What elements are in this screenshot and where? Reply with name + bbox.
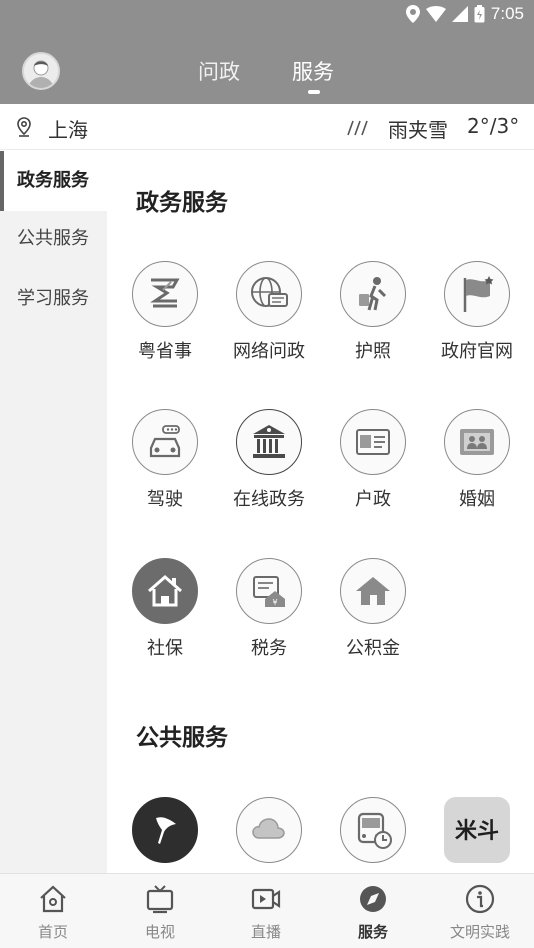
bottom-nav: 首页 电视 直播 服务 文明实践 xyxy=(0,873,534,948)
yue-sheng-shi-icon xyxy=(132,261,198,327)
location-pin-icon xyxy=(17,117,31,137)
category-sidebar: 政务服务 公共服务 学习服务 xyxy=(0,151,107,873)
service-public-2[interactable] xyxy=(217,797,321,873)
status-time: 7:05 xyxy=(490,4,524,23)
sidebar-active-indicator xyxy=(0,151,4,211)
signal-icon xyxy=(451,6,468,22)
nav-service[interactable]: 服务 xyxy=(320,874,426,948)
active-tab-indicator xyxy=(308,90,320,94)
location-weather-bar: 上海 雨夹雪 2°/3° xyxy=(0,104,534,150)
weather-temperature: 2°/3° xyxy=(467,114,520,138)
service-hunyin[interactable]: 婚姻 xyxy=(425,409,529,519)
home-outline-icon xyxy=(40,885,66,913)
flag-icon xyxy=(444,261,510,327)
tax-icon: ¥ xyxy=(236,558,302,624)
service-gongjijin[interactable]: 公积金 xyxy=(321,558,425,668)
sidebar-item-xuexi[interactable]: 学习服务 xyxy=(0,269,107,329)
service-huzhao[interactable]: 护照 xyxy=(321,261,425,371)
bus-clock-icon xyxy=(340,797,406,863)
nav-label: 服务 xyxy=(357,923,388,941)
service-shuiwu[interactable]: ¥ 税务 xyxy=(217,558,321,668)
app-header: 7:05 问政 服务 xyxy=(0,0,534,104)
service-content: 政务服务 粤省事 网络问政 护照 政府官网 驾驶 在线政务 户政 婚姻 社保 ¥… xyxy=(107,151,534,873)
service-label: 在线政务 xyxy=(233,489,305,510)
service-public-3[interactable] xyxy=(321,797,425,873)
sidebar-item-label: 公共服务 xyxy=(17,228,89,249)
service-public-4[interactable]: 米斗 xyxy=(425,797,529,873)
service-label: 驾驶 xyxy=(147,489,183,510)
service-zhengfuguanwang[interactable]: 政府官网 xyxy=(425,261,529,371)
weather-condition: 雨夹雪 xyxy=(388,118,448,142)
sleet-icon xyxy=(347,120,368,136)
nav-wenming[interactable]: 文明实践 xyxy=(427,874,533,948)
service-label: 网络问政 xyxy=(233,341,305,362)
tab-wenzheng[interactable]: 问政 xyxy=(198,56,240,86)
sidebar-item-gonggong[interactable]: 公共服务 xyxy=(0,209,107,269)
couple-icon xyxy=(444,409,510,475)
location-city[interactable]: 上海 xyxy=(48,114,88,143)
live-video-icon xyxy=(251,888,281,910)
service-label: 粤省事 xyxy=(138,341,192,362)
service-public-1[interactable] xyxy=(113,797,217,873)
nav-label: 首页 xyxy=(37,923,68,941)
sidebar-item-label: 学习服务 xyxy=(17,288,89,309)
status-icons: 7:05 xyxy=(405,4,524,24)
section-title-gonggong: 公共服务 xyxy=(136,725,228,751)
service-zaixianzhengwu[interactable]: 在线政务 xyxy=(217,409,321,519)
house-fund-icon xyxy=(340,558,406,624)
service-wangluowenzheng[interactable]: 网络问政 xyxy=(217,261,321,371)
info-icon xyxy=(465,884,495,914)
service-label: 婚姻 xyxy=(459,489,495,510)
nav-label: 电视 xyxy=(144,923,175,941)
sidebar-item-label: 政务服务 xyxy=(17,170,89,191)
cloud-icon xyxy=(236,797,302,863)
nav-live[interactable]: 直播 xyxy=(213,874,319,948)
compass-icon xyxy=(360,886,386,912)
nav-label: 文明实践 xyxy=(449,923,510,941)
service-huzheng[interactable]: 户政 xyxy=(321,409,425,519)
id-card-icon xyxy=(340,409,406,475)
top-tabs: 问政 服务 xyxy=(0,52,534,94)
battery-icon xyxy=(474,5,485,23)
tv-icon xyxy=(146,885,174,914)
globe-chat-icon xyxy=(236,261,302,327)
service-label: 户政 xyxy=(355,489,391,510)
government-building-icon xyxy=(236,409,302,475)
sidebar-item-zhengwu[interactable]: 政务服务 xyxy=(0,151,107,211)
location-status-icon xyxy=(405,5,420,23)
status-bar: 7:05 xyxy=(0,0,534,28)
service-label: 政府官网 xyxy=(441,341,513,362)
nav-home[interactable]: 首页 xyxy=(0,874,106,948)
brand-logo-icon: 米斗 xyxy=(444,797,510,863)
service-label: 社保 xyxy=(147,638,183,659)
nav-tv[interactable]: 电视 xyxy=(107,874,213,948)
flag-app-icon xyxy=(132,797,198,863)
service-label: 税务 xyxy=(251,638,287,659)
wifi-icon xyxy=(425,6,446,22)
car-icon xyxy=(132,409,198,475)
section-title-zhengwu: 政务服务 xyxy=(136,190,228,216)
traveler-icon xyxy=(340,261,406,327)
service-label: 护照 xyxy=(355,341,391,362)
home-icon xyxy=(132,558,198,624)
nav-label: 直播 xyxy=(250,923,281,941)
service-jiashi[interactable]: 驾驶 xyxy=(113,409,217,519)
svg-text:¥: ¥ xyxy=(272,598,277,607)
service-shebao[interactable]: 社保 xyxy=(113,558,217,668)
tab-fuwu[interactable]: 服务 xyxy=(292,56,334,86)
service-label: 公积金 xyxy=(346,638,400,659)
svg-text:米斗: 米斗 xyxy=(455,819,499,844)
service-yueshengshi[interactable]: 粤省事 xyxy=(113,261,217,371)
